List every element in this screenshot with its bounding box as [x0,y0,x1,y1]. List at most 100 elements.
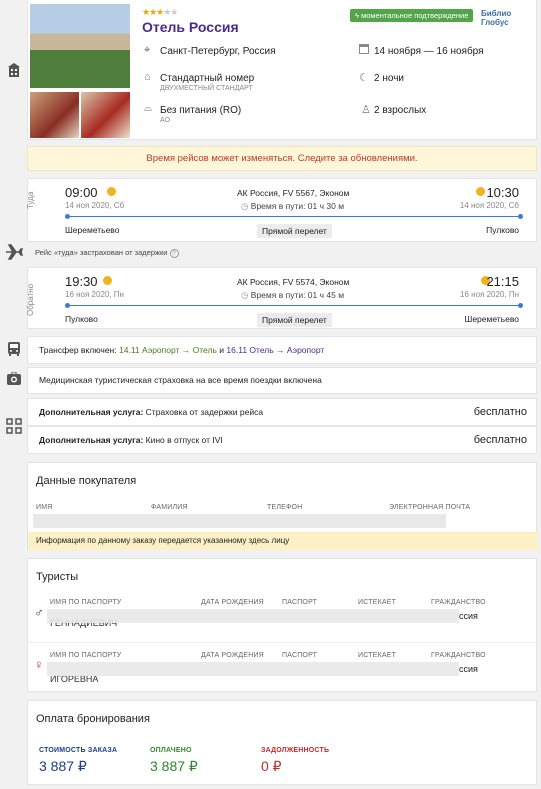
tourist-citizenship: ссия [459,611,478,621]
payment-section: Оплата бронирования СТОИМОСТЬ ЗАКАЗА 3 8… [27,700,537,785]
airline-logo-arrival [476,187,485,196]
origin-airport: Шереметьево [65,225,120,235]
route-dot-end [518,214,523,219]
route-dot-start [65,214,70,219]
transfer-date-2: 16.11 [226,345,248,355]
first-aid-icon [4,369,24,389]
extra-service-row: Дополнительная услуга: Страховка от заде… [27,398,537,426]
col-surname: ФАМИЛИЯ [151,504,188,511]
tourist-data-redacted [47,609,459,623]
buyer-title: Данные покупателя [36,475,137,487]
airline-info: АК Россия, FV 5567, Эконом [237,188,350,198]
duration: ◷ Время в пути: 01 ч 45 м [241,290,345,300]
help-icon[interactable]: ? [169,249,179,258]
airline-info: АК Россия, FV 5574, Эконом [237,277,350,287]
buyer-info-note: Информация по данному заказу передается … [28,532,538,550]
room-type: Стандартный номер [160,73,255,84]
col-citizenship: ГРАЖДАНСТВО [431,599,486,606]
col-name: ИМЯ [36,504,53,511]
person-icon: ♙ [361,104,371,116]
male-icon: ♂ [34,605,44,620]
col-passport: ПАСПОРТ [282,652,318,659]
col-email: ЭЛЕКТРОННАЯ ПОЧТА [389,504,471,511]
route-line [67,305,521,306]
direct-flight-tag: Прямой перелет [257,224,332,238]
col-expires: ИСТЕКАЕТ [358,652,397,659]
airline-logo [107,187,116,196]
origin-airport: Пулково [65,314,98,324]
arrival-time: 10:30 [486,185,519,200]
tourist-data-redacted [47,662,459,676]
hotel-room-photo-2[interactable] [81,92,130,138]
tourists-section: Туристы ♂ ИМЯ ПО ПАСПОРТУ ДАТА РОЖДЕНИЯ … [27,558,538,692]
col-citizenship: ГРАЖДАНСТВО [431,652,486,659]
flight-return: Обратно 19:30 16 ноя 2020, Пн АК Россия,… [26,267,537,329]
arrival-time: 21:15 [486,274,519,289]
delay-insured-note: Рейс «туда» застрахован от задержки ? [35,248,179,258]
transfer-route-1: Аэропорт → Отель [142,345,217,355]
flight-outbound: Туда 09:00 14 ноя 2020, Сб АК Россия, FV… [26,178,537,242]
tourists-title: Туристы [36,571,79,583]
hotel-room-photo-1[interactable] [30,92,79,138]
route-dot-end [518,303,523,308]
hotel-dates: 14 ноября — 16 ноября [374,46,484,57]
clock-icon: ◷ [241,201,251,211]
divider [28,642,538,643]
col-passport-name: ИМЯ ПО ПАСПОРТУ [50,652,122,659]
meal-plan: Без питания (RO) [160,105,242,116]
nights-count: 2 ночи [374,73,404,84]
extra-price: бесплатно [473,434,527,446]
bus-icon [4,339,24,359]
col-birthdate: ДАТА РОЖДЕНИЯ [201,599,264,606]
arrival-date: 14 ноя 2020, Сб [459,201,519,210]
paid-value: 3 887 ₽ [150,758,198,774]
extras-grid-icon [4,416,24,436]
transfer-route-2: Отель → Аэропорт [249,345,325,355]
location-icon: ⌖ [144,44,151,56]
hotel-name[interactable]: Отель Россия [142,19,239,35]
departure-date: 16 ноя 2020, Пн [65,290,124,299]
direct-flight-tag: Прямой перелет [257,313,332,327]
tourist-citizenship: ссия [459,664,478,674]
hotel-stars: ★★★★★ [142,7,178,17]
paid-label: ОПЛАЧЕНО [150,747,192,754]
schedule-notice: Время рейсов может изменяться. Следите з… [27,146,537,171]
hotel-city: Санкт-Петербург, Россия [160,46,276,57]
extra-service-row: Дополнительная услуга: Кино в отпуск от … [27,426,537,454]
debt-value: 0 ₽ [261,758,282,774]
plane-icon [4,242,24,262]
buyer-data-redacted [33,514,446,528]
direction-label: Туда [26,191,35,209]
female-icon: ♀ [34,657,44,672]
duration: ◷ Время в пути: 01 ч 30 м [241,201,345,211]
instant-confirm-badge: ϟ моментальное подтверждение [350,9,474,22]
departure-time: 09:00 [65,185,98,200]
direction-label: Обратно [26,283,35,316]
col-passport-name: ИМЯ ПО ПАСПОРТУ [50,599,122,606]
tag-icon: ⌂ [144,71,151,83]
buyer-section: Данные покупателя ИМЯ ФАМИЛИЯ ТЕЛЕФОН ЭЛ… [27,462,538,550]
col-birthdate: ДАТА РОЖДЕНИЯ [201,652,264,659]
col-expires: ИСТЕКАЕТ [358,599,397,606]
arrival-date: 16 ноя 2020, Пн [460,290,519,299]
transfer-row: Трансфер включен: 14.11 Аэропорт → Отель… [27,336,537,364]
room-subtype: ДВУХМЕСТНЫЙ СТАНДАРТ [160,85,253,92]
departure-date: 14 ноя 2020, Сб [65,201,125,210]
hotel-main-photo[interactable] [30,4,130,88]
hotel-card: ★★★★★ Отель Россия ϟ моментальное подтве… [27,0,537,140]
calendar-icon [359,44,369,54]
moon-icon: ☾ [359,72,369,84]
meal-code: AO [160,117,171,124]
destination-airport: Шереметьево [464,314,519,324]
transfer-date-1: 14.11 [119,345,140,355]
debt-label: ЗАДОЛЖЕННОСТЬ [261,747,330,754]
clock-icon: ◷ [241,290,251,300]
meal-icon: ⌓ [144,103,152,114]
order-cost-value: 3 887 ₽ [39,758,87,774]
guests-count: 2 взрослых [374,105,427,116]
route-dot-start [65,303,70,308]
destination-airport: Пулково [486,225,519,235]
payment-title: Оплата бронирования [36,713,150,725]
col-phone: ТЕЛЕФОН [267,504,303,511]
departure-time: 19:30 [65,274,98,289]
